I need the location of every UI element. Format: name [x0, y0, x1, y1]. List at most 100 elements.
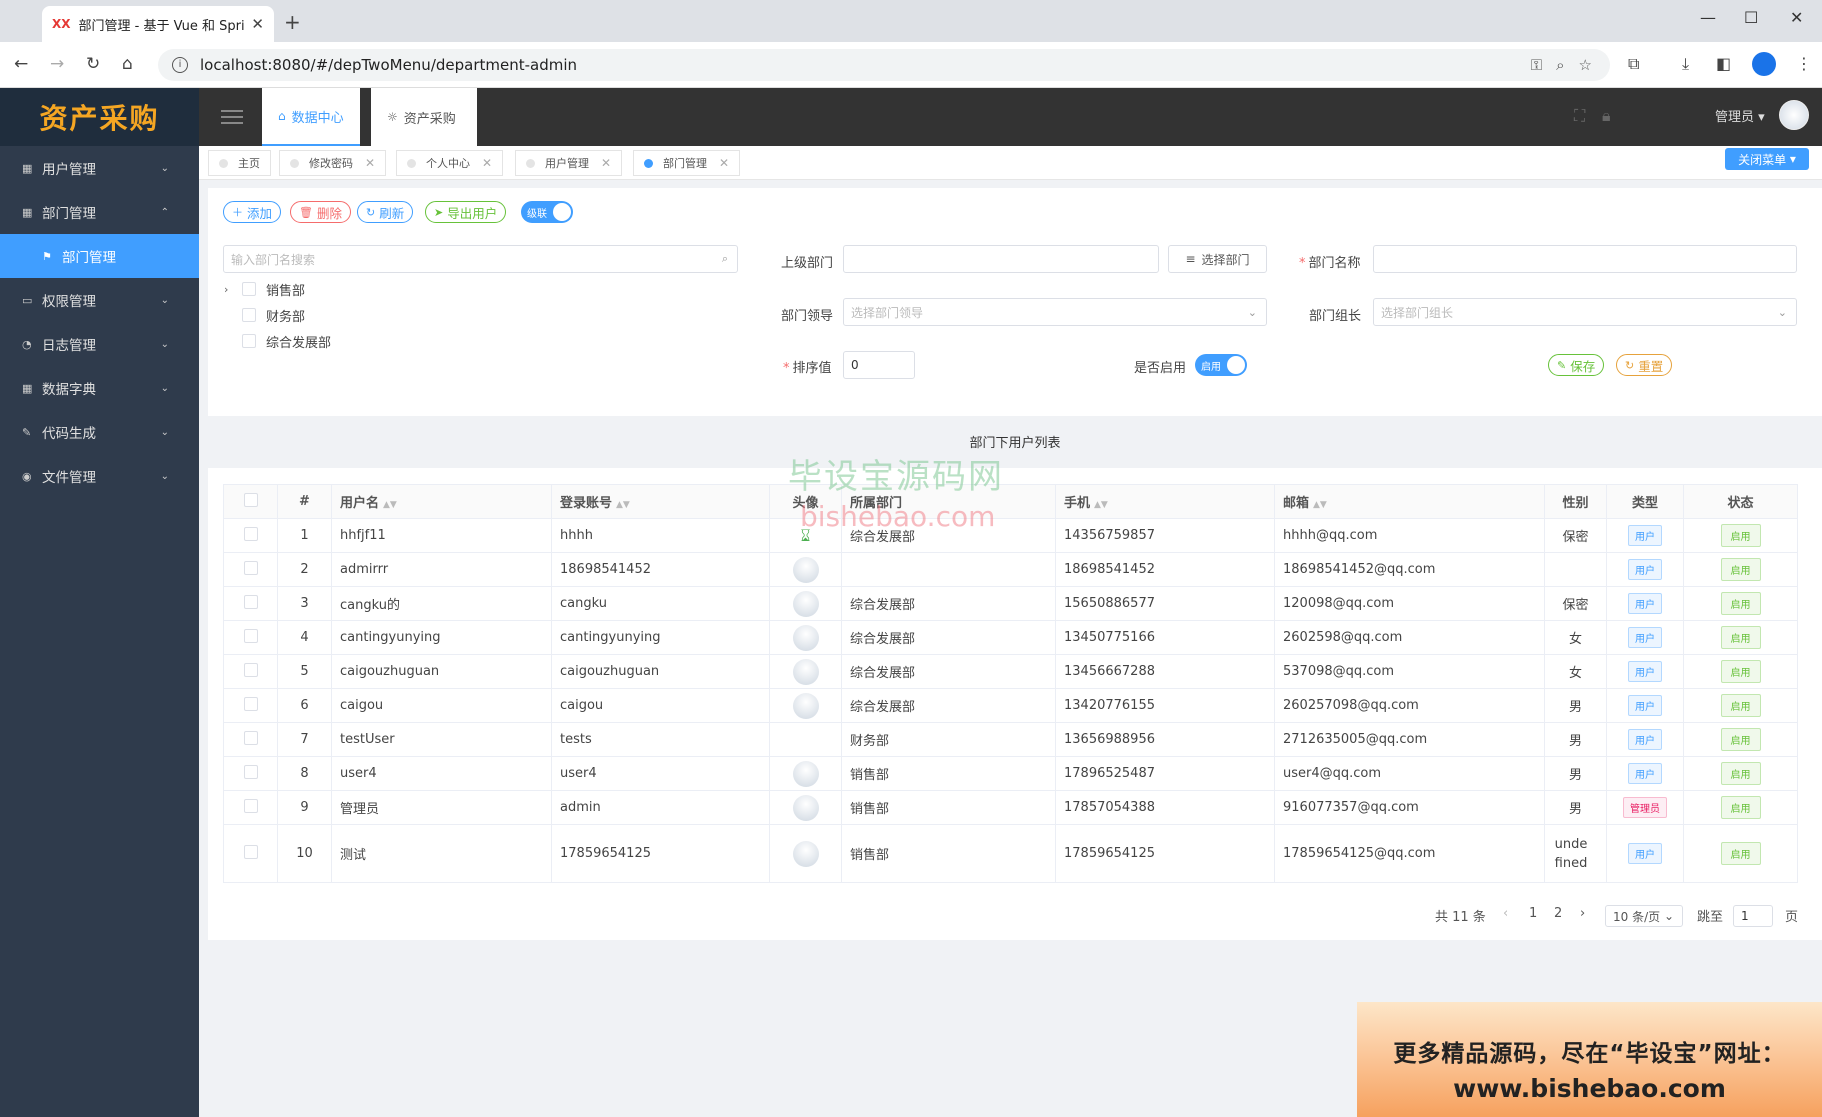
- row-status[interactable]: 启用: [1683, 654, 1798, 689]
- tree-node-finance[interactable]: 财务部: [224, 304, 305, 326]
- row-status[interactable]: 启用: [1683, 824, 1798, 883]
- dept-head-select[interactable]: 选择部门组长 ⌄: [1373, 298, 1797, 326]
- sort-input[interactable]: 0: [843, 351, 915, 379]
- extensions-icon[interactable]: ⧉: [1628, 54, 1639, 74]
- top-tab-data-center[interactable]: ⌂ 数据中心: [262, 88, 360, 146]
- back-icon[interactable]: ←: [14, 54, 28, 74]
- close-icon[interactable]: ✕: [601, 156, 611, 170]
- row-status[interactable]: 启用: [1683, 688, 1798, 723]
- close-menu-button[interactable]: 关闭菜单 ▾: [1725, 148, 1809, 170]
- table-row[interactable]: 8 user4 user4 销售部 17896525487 user4@qq.com 男用户…: [223, 756, 1798, 791]
- dept-leader-select[interactable]: 选择部门领导 ⌄: [843, 298, 1267, 326]
- lock-icon[interactable]: 🔒︎: [1602, 106, 1611, 126]
- table-row[interactable]: 1 hhfjf11 hhhh ⌛︎ 综合发展部 14356759857 hhhh@qq.co…: [223, 518, 1798, 553]
- page-tab-password[interactable]: 修改密码 ✕: [279, 150, 387, 176]
- row-status[interactable]: 启用: [1683, 518, 1798, 553]
- tree-node-development[interactable]: 综合发展部: [224, 330, 331, 352]
- sidebar-item-codegen[interactable]: ✎ 代码生成 ⌄: [0, 410, 199, 454]
- table-row[interactable]: 6 caigou caigou 综合发展部 13420776155 260257098@q…: [223, 688, 1798, 723]
- fullscreen-icon[interactable]: ⛶: [1574, 106, 1585, 126]
- row-status[interactable]: 启用: [1683, 756, 1798, 791]
- maximize-icon[interactable]: ☐: [1744, 8, 1758, 27]
- prev-page-icon[interactable]: ‹: [1503, 906, 1508, 921]
- select-dept-button[interactable]: ≡ 选择部门: [1168, 245, 1267, 273]
- row-checkbox[interactable]: [223, 722, 278, 757]
- key-icon[interactable]: ⚿: [1531, 56, 1542, 74]
- refresh-button[interactable]: ↻ 刷新: [357, 201, 414, 223]
- dept-name-input[interactable]: [1373, 245, 1797, 273]
- sidebar-item-log[interactable]: ◔ 日志管理 ⌄: [0, 322, 199, 366]
- row-checkbox[interactable]: [223, 688, 278, 723]
- row-status[interactable]: 启用: [1683, 790, 1798, 825]
- delete-button[interactable]: 🗑︎ 删除: [290, 201, 351, 223]
- star-icon[interactable]: ☆: [1579, 56, 1592, 74]
- page-size-select[interactable]: 10 条/页 ⌄: [1605, 905, 1683, 927]
- home-icon[interactable]: ⌂: [122, 54, 133, 74]
- sidebar-item-files[interactable]: ◉ 文件管理 ⌄: [0, 454, 199, 498]
- close-tab-icon[interactable]: ✕: [251, 15, 264, 33]
- row-checkbox[interactable]: [223, 654, 278, 689]
- page-tab-users[interactable]: 用户管理 ✕: [515, 150, 623, 176]
- dept-search-input[interactable]: 输入部门名搜索 ⌕: [223, 245, 738, 273]
- table-row[interactable]: 10 测试 17859654125 销售部 17859654125 17859654125…: [223, 824, 1798, 883]
- table-row[interactable]: 5 caigouzhuguan caigouzhuguan 综合发展部 13456667…: [223, 654, 1798, 689]
- page-1[interactable]: 1: [1529, 906, 1537, 921]
- col-username[interactable]: 用户名 ▲▼: [331, 484, 552, 519]
- site-info-icon[interactable]: i: [172, 57, 188, 73]
- sidebar-item-user-management[interactable]: ▦ 用户管理 ⌄: [0, 146, 199, 190]
- tree-checkbox[interactable]: [242, 334, 256, 348]
- enable-switch[interactable]: 启用: [1195, 354, 1247, 376]
- tree-node-sales[interactable]: › 销售部: [224, 278, 305, 300]
- minimize-icon[interactable]: —: [1700, 8, 1716, 27]
- profile-icon[interactable]: [1752, 52, 1776, 76]
- sidebar-item-permission[interactable]: ▭ 权限管理 ⌄: [0, 278, 199, 322]
- table-row[interactable]: 9 管理员 admin 销售部 17857054388 916077357@qq.com 男…: [223, 790, 1798, 825]
- download-icon[interactable]: ⤓: [1682, 54, 1689, 74]
- browser-tab[interactable]: XX 部门管理 - 基于 Vue 和 Spring ✕: [42, 6, 274, 42]
- page-2[interactable]: 2: [1554, 906, 1562, 921]
- url-field[interactable]: i localhost:8080/#/depTwoMenu/department…: [158, 49, 1610, 81]
- reload-icon[interactable]: ↻: [86, 54, 100, 74]
- table-row[interactable]: 2 admirrr 18698541452 18698541452 1869854145…: [223, 552, 1798, 587]
- table-row[interactable]: 7 testUser tests 财务部 13656988956 2712635005@q…: [223, 722, 1798, 757]
- row-checkbox[interactable]: [223, 518, 278, 553]
- save-button[interactable]: ✎ 保存: [1548, 354, 1605, 376]
- window-close-icon[interactable]: ✕: [1790, 8, 1803, 27]
- chevron-right-icon[interactable]: ›: [224, 283, 238, 296]
- row-status[interactable]: 启用: [1683, 586, 1798, 621]
- reset-button[interactable]: ↻ 重置: [1616, 354, 1673, 376]
- close-icon[interactable]: ✕: [365, 156, 375, 170]
- row-checkbox[interactable]: [223, 824, 278, 883]
- cascade-switch[interactable]: 级联: [521, 201, 573, 223]
- add-button[interactable]: ＋添加: [223, 201, 282, 223]
- sidebar-item-dept-management[interactable]: ▦ 部门管理 ⌃: [0, 190, 199, 234]
- col-account[interactable]: 登录账号 ▲▼: [551, 484, 770, 519]
- table-row[interactable]: 4 cantingyunying cantingyunying 综合发展部 134507…: [223, 620, 1798, 655]
- close-icon[interactable]: ✕: [482, 156, 492, 170]
- sidepanel-icon[interactable]: ◧: [1716, 54, 1731, 73]
- row-checkbox[interactable]: [223, 790, 278, 825]
- more-menu-icon[interactable]: ⋮: [1796, 54, 1812, 73]
- forward-icon[interactable]: →: [50, 54, 64, 74]
- col-email[interactable]: 邮箱 ▲▼: [1274, 484, 1545, 519]
- col-phone[interactable]: 手机 ▲▼: [1055, 484, 1275, 519]
- top-tab-asset-purchase[interactable]: ☼ 资产采购: [371, 88, 477, 146]
- page-tab-home[interactable]: 主页: [208, 150, 271, 176]
- tree-checkbox[interactable]: [242, 308, 256, 322]
- row-checkbox[interactable]: [223, 552, 278, 587]
- row-checkbox[interactable]: [223, 620, 278, 655]
- hamburger-icon[interactable]: [221, 106, 243, 126]
- user-menu[interactable]: 管理员 ▾: [1715, 106, 1765, 125]
- export-users-button[interactable]: ➤ 导出用户: [425, 201, 507, 223]
- jump-input[interactable]: 1: [1733, 905, 1773, 927]
- row-status[interactable]: 启用: [1683, 620, 1798, 655]
- close-icon[interactable]: ✕: [719, 156, 729, 170]
- row-checkbox[interactable]: [223, 586, 278, 621]
- row-checkbox[interactable]: [223, 756, 278, 791]
- next-page-icon[interactable]: ›: [1580, 906, 1585, 921]
- tree-checkbox[interactable]: [242, 282, 256, 296]
- page-tab-profile[interactable]: 个人中心 ✕: [396, 150, 504, 176]
- row-status[interactable]: 启用: [1683, 552, 1798, 587]
- user-avatar[interactable]: [1779, 100, 1809, 130]
- parent-dept-input[interactable]: [843, 245, 1159, 273]
